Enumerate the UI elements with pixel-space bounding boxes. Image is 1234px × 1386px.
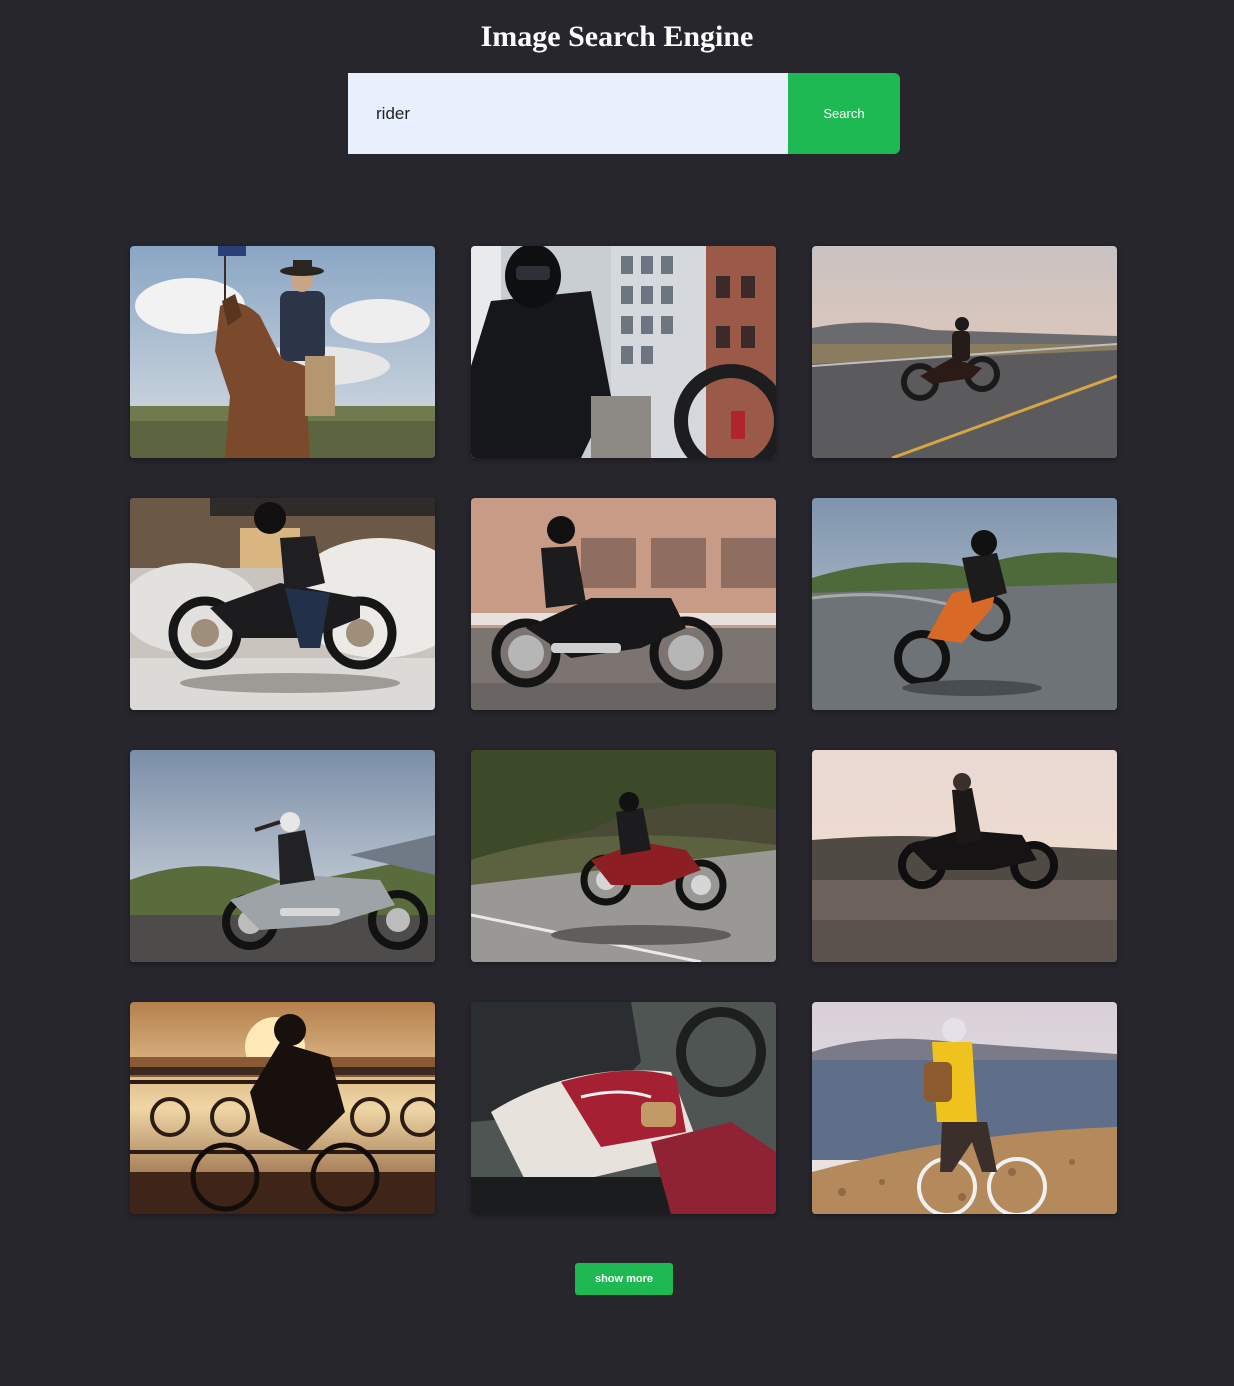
result-photo-sunset-motorcyclist [812, 750, 1117, 962]
result-image-10[interactable] [130, 1002, 435, 1214]
result-image-11[interactable] [471, 1002, 776, 1214]
result-photo-orange-motorcycle [812, 498, 1117, 710]
result-photo-silver-cruiser [130, 750, 435, 962]
results-grid [130, 246, 1118, 1214]
result-image-12[interactable] [812, 1002, 1117, 1214]
result-photo-city-motorcyclist [471, 246, 776, 458]
result-image-7[interactable] [130, 750, 435, 962]
result-image-1[interactable] [130, 246, 435, 458]
result-photo-red-cruiser [471, 750, 776, 962]
result-photo-deus-tank [471, 1002, 776, 1214]
result-photo-horseback-rider [130, 246, 435, 458]
result-image-2[interactable] [471, 246, 776, 458]
result-image-6[interactable] [812, 498, 1117, 710]
page-title: Image Search Engine [480, 20, 754, 53]
show-more-button[interactable]: show more [575, 1263, 673, 1295]
search-button[interactable]: Search [788, 73, 900, 154]
result-photo-brick-cruiser [471, 498, 776, 710]
result-photo-bridge-cyclist [130, 1002, 435, 1214]
result-photo-highway-motorcyclist [812, 246, 1117, 458]
search-form: Search [348, 73, 900, 154]
result-photo-smoke-cruiser [130, 498, 435, 710]
search-input[interactable] [348, 73, 788, 154]
result-image-9[interactable] [812, 750, 1117, 962]
result-image-4[interactable] [130, 498, 435, 710]
result-image-5[interactable] [471, 498, 776, 710]
result-image-3[interactable] [812, 246, 1117, 458]
result-photo-beach-cyclist [812, 1002, 1117, 1214]
result-image-8[interactable] [471, 750, 776, 962]
